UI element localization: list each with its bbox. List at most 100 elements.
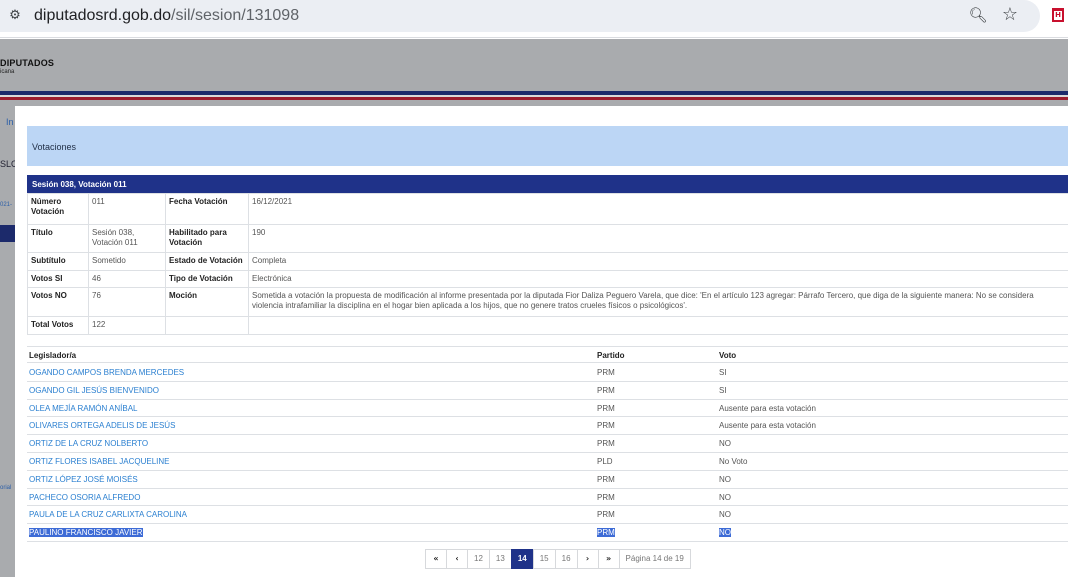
party-cell: PRM bbox=[597, 474, 615, 484]
legislator-link[interactable]: PACHECO OSORIA ALFREDO bbox=[29, 493, 140, 502]
subtitulo-value: Sometido bbox=[88, 252, 166, 271]
party-cell: PRM bbox=[597, 403, 615, 413]
habilitado-label: Habilitado para Votación bbox=[165, 224, 249, 253]
url-path: /sil/sesion/131098 bbox=[171, 7, 300, 24]
party-cell: PRM bbox=[597, 421, 615, 431]
legislator-link[interactable]: OGANDO CAMPOS BRENDA MERCEDES bbox=[29, 368, 184, 377]
total-votos-value: 122 bbox=[88, 316, 166, 335]
table-row: ORTIZ DE LA CRUZ NOLBERTO PRM NO bbox=[27, 435, 1068, 453]
page-button[interactable]: 16 bbox=[554, 549, 578, 569]
legislator-link[interactable]: ORTIZ DE LA CRUZ NOLBERTO bbox=[29, 439, 148, 448]
votos-si-value: 46 bbox=[88, 270, 166, 288]
table-row: PACHECO OSORIA ALFREDO PRM NO bbox=[27, 489, 1068, 507]
party-cell: PRM bbox=[597, 528, 615, 538]
background-text-fragment: orial bbox=[0, 485, 12, 491]
numero-label: Número Votación bbox=[27, 193, 89, 225]
header-stripe-red bbox=[0, 97, 1068, 100]
legislator-column-header: Legislador/a bbox=[29, 351, 77, 360]
party-cell: PLD bbox=[597, 456, 613, 466]
modal-title: Votaciones bbox=[32, 142, 77, 152]
legislator-link[interactable]: PAULINO FRANCISCO JAVIER bbox=[29, 528, 143, 538]
table-row: OLIVARES ORTEGA ADELIS DE JESÚS PRM Ausent… bbox=[27, 417, 1068, 436]
page-button[interactable]: 15 bbox=[532, 549, 556, 569]
table-row: OGANDO CAMPOS BRENDA MERCEDES PRM SI bbox=[27, 364, 1068, 382]
pagination: «‹ 12 13 14 15 16 ›» Página 14 de 19 bbox=[425, 549, 691, 569]
page-info: Página 14 de 19 bbox=[618, 549, 691, 569]
estado-value: Completa bbox=[248, 252, 1068, 271]
votes-table-body: OGANDO CAMPOS BRENDA MERCEDES PRM SI OGANDO… bbox=[27, 364, 1068, 542]
page-button[interactable]: 12 bbox=[467, 549, 490, 569]
party-cell: PRM bbox=[597, 492, 615, 502]
party-cell: PRM bbox=[597, 439, 615, 449]
party-column-header: Partido bbox=[597, 351, 625, 360]
votes-table-header: Legislador/a Partido Voto bbox=[27, 346, 1068, 363]
browser-toolbar: ⚙ diputadosrd.gob.do/sil/sesion/131098 🔍… bbox=[0, 0, 1068, 38]
empty-cell bbox=[165, 316, 249, 335]
fecha-label: Fecha Votación bbox=[165, 193, 249, 225]
last-page-button[interactable]: » bbox=[597, 549, 620, 569]
table-row: OGANDO GIL JESÚS BIENVENIDO PRM SI bbox=[27, 382, 1068, 400]
party-cell: PRM bbox=[597, 510, 615, 520]
tipo-label: Tipo de Votación bbox=[165, 270, 249, 288]
vote-column-header: Voto bbox=[719, 351, 737, 360]
votos-si-label: Votos SI bbox=[27, 270, 89, 288]
habilitado-value: 190 bbox=[248, 224, 1068, 253]
table-row: PAULA DE LA CRUZ CARLIXTA CAROLINA PRM NO bbox=[27, 506, 1068, 525]
star-icon[interactable]: ☆ bbox=[1000, 4, 1020, 26]
tune-icon[interactable]: ⚙ bbox=[6, 7, 24, 25]
legislator-link[interactable]: PAULA DE LA CRUZ CARLIXTA CAROLINA bbox=[29, 510, 187, 519]
shield-extension-icon[interactable]: H bbox=[1052, 8, 1064, 22]
titulo-value: Sesión 038, Votación 011 bbox=[88, 224, 166, 253]
legislator-link[interactable]: OLEA MEJÍA RAMÓN ANÍBAL bbox=[29, 404, 137, 413]
estado-label: Estado de Votación bbox=[165, 252, 249, 271]
page-button[interactable]: 13 bbox=[488, 549, 512, 569]
table-row: OLEA MEJÍA RAMÓN ANÍBAL PRM Ausente para e… bbox=[27, 400, 1068, 418]
table-row: PAULINO FRANCISCO JAVIER PRM NO bbox=[27, 524, 1068, 542]
url-domain: diputadosrd.gob.do bbox=[34, 7, 171, 24]
vote-details-table: Número Votación 011 Fecha Votación 16/12… bbox=[27, 193, 1068, 335]
fecha-value: 16/12/2021 bbox=[248, 193, 1068, 225]
vote-cell: NO bbox=[719, 510, 731, 520]
votos-no-label: Votos NO bbox=[27, 287, 89, 317]
vote-cell: No Voto bbox=[719, 456, 748, 466]
vote-cell: NO bbox=[719, 474, 731, 484]
session-heading: Sesión 038, Votación 011 bbox=[32, 180, 127, 189]
tipo-value: Electrónica bbox=[248, 270, 1068, 288]
site-logo-subtext: icana bbox=[0, 69, 15, 75]
vote-cell: Ausente para esta votación bbox=[719, 421, 816, 431]
background-date-fragment: 021- bbox=[0, 202, 13, 208]
mocion-value: Sometida a votación la propuesta de modi… bbox=[248, 287, 1068, 317]
legislator-link[interactable]: OLIVARES ORTEGA ADELIS DE JESÚS bbox=[29, 421, 175, 430]
current-page-button[interactable]: 14 bbox=[510, 549, 534, 569]
background-link-fragment: In bbox=[6, 117, 14, 127]
address-bar[interactable]: ⚙ diputadosrd.gob.do/sil/sesion/131098 🔍… bbox=[0, 0, 1040, 32]
session-heading-bar: Sesión 038, Votación 011 bbox=[27, 175, 1068, 193]
votaciones-modal: Votaciones Sesión 038, Votación 011 Núme… bbox=[15, 106, 1068, 577]
titulo-label: Título bbox=[27, 224, 89, 253]
table-row: ORTIZ FLORES ISABEL JACQUELINE PLD No Voto bbox=[27, 453, 1068, 471]
party-cell: PRM bbox=[597, 385, 615, 395]
numero-value: 011 bbox=[88, 193, 166, 225]
first-page-button[interactable]: « bbox=[425, 549, 447, 569]
next-page-button[interactable]: › bbox=[576, 549, 599, 569]
prev-page-button[interactable]: ‹ bbox=[446, 549, 468, 569]
subtitulo-label: Subtítulo bbox=[27, 252, 89, 271]
url-text[interactable]: diputadosrd.gob.do/sil/sesion/131098 bbox=[34, 7, 299, 25]
zoom-icon[interactable]: 🔍︎ bbox=[968, 5, 988, 25]
votos-no-value: 76 bbox=[88, 287, 166, 317]
vote-cell: Ausente para esta votación bbox=[719, 403, 816, 413]
vote-cell: SI bbox=[719, 385, 727, 395]
party-cell: PRM bbox=[597, 368, 615, 377]
vote-cell: NO bbox=[719, 528, 731, 538]
modal-header: Votaciones bbox=[27, 126, 1068, 166]
total-votos-label: Total Votos bbox=[27, 316, 89, 335]
legislator-link[interactable]: ORTIZ FLORES ISABEL JACQUELINE bbox=[29, 457, 169, 466]
legislator-link[interactable]: ORTIZ LÓPEZ JOSÉ MOISÉS bbox=[29, 475, 138, 484]
background-nav-block bbox=[0, 225, 15, 242]
vote-cell: SI bbox=[719, 368, 727, 377]
vote-cell: NO bbox=[719, 492, 731, 502]
site-logo-text: DIPUTADOS bbox=[0, 58, 55, 68]
table-row: ORTIZ LÓPEZ JOSÉ MOISÉS PRM NO bbox=[27, 471, 1068, 489]
legislator-link[interactable]: OGANDO GIL JESÚS BIENVENIDO bbox=[29, 386, 159, 395]
vote-cell: NO bbox=[719, 439, 731, 449]
